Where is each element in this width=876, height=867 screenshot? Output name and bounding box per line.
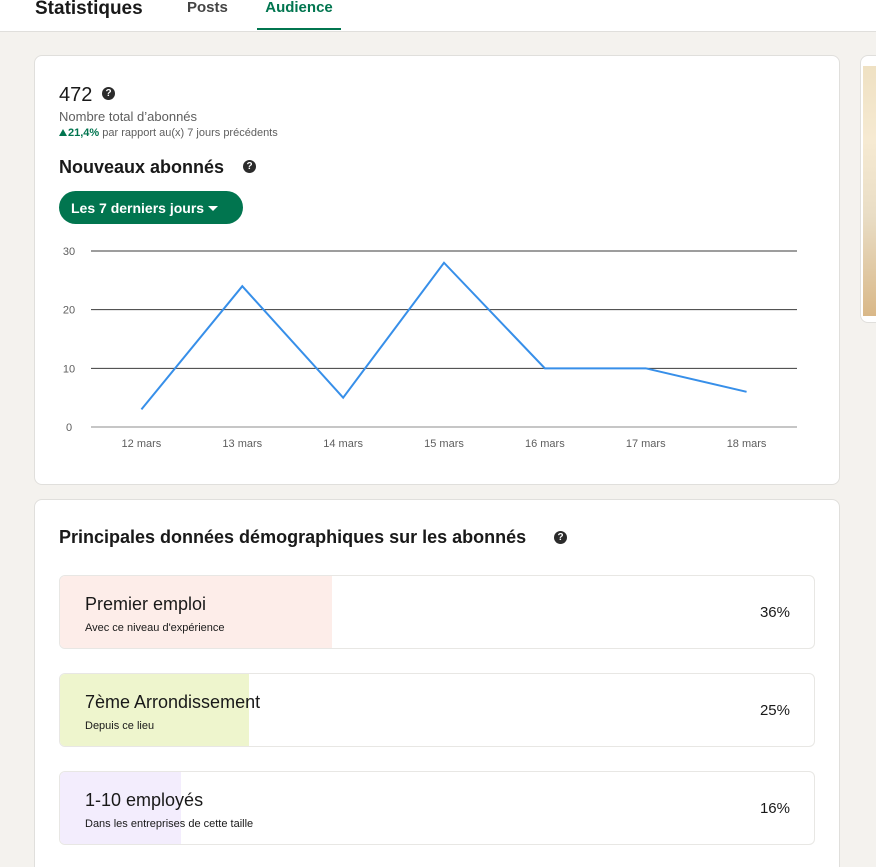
demographic-label: Premier emploi [85,594,207,614]
tab-posts[interactable]: Posts [187,0,228,30]
demographic-row[interactable]: Premier emploi Avec ce niveau d'expérienc… [59,575,815,649]
date-range-label: Les 7 derniers jours [71,199,205,216]
y-tick-label: 10 [63,363,75,375]
page-title: Statistiques [35,0,143,19]
demographic-label: 1-10 employés [85,790,204,810]
demographic-percentage: 36% [759,604,790,621]
y-tick-label: 30 [63,246,75,258]
data-point[interactable] [135,403,147,415]
data-point[interactable] [236,280,248,292]
data-point[interactable] [438,257,450,269]
demographic-row[interactable]: 1-10 employés Dans les entreprises de cet… [59,771,815,845]
total-followers-label: Nombre total d’abonnés [59,109,198,124]
x-tick-label: 13 mars [222,438,262,450]
demographic-percentage: 25% [759,702,790,719]
new-followers-chart: 0 10 20 30 12 mars 13 mars 14 mars 15 mars 16 ma… [63,246,797,450]
total-followers-value: 472 [59,84,93,106]
trend-indicator: 21,4% par rapport au(x) 7 jours précéden… [59,127,278,139]
data-point[interactable] [539,362,551,374]
followers-card: 472 ? Nombre total d’abonnés 21,4% par r… [34,55,840,485]
demographics-title: Principales données démographiques sur l… [59,527,527,547]
x-tick-label: 12 mars [122,438,162,450]
top-bar: Statistiques Posts Audience [0,0,876,32]
x-tick-label: 16 mars [525,438,565,450]
trend-value: 21,4% [68,127,100,139]
tab-audience[interactable]: Audience [257,0,341,30]
help-icon[interactable]: ? [554,531,567,544]
promo-image [863,66,876,316]
caret-down-icon [208,205,219,211]
y-tick-label: 20 [63,305,75,317]
x-tick-label: 17 mars [626,438,666,450]
x-tick-label: 14 mars [323,438,363,450]
data-point[interactable] [640,362,652,374]
y-tick-label: 0 [66,422,72,434]
help-icon[interactable]: ? [102,87,115,100]
demographic-sub: Avec ce niveau d'expérience [85,622,225,634]
data-point[interactable] [741,386,753,398]
demographic-label: 7ème Arrondissement [85,692,261,712]
side-card[interactable] [860,55,876,323]
series-line [140,261,747,411]
new-followers-title: Nouveaux abonnés [59,157,225,177]
demographic-sub: Depuis ce lieu [85,720,155,732]
x-tick-label: 15 mars [424,438,464,450]
trend-text: par rapport au(x) 7 jours précédents [99,127,278,139]
date-range-dropdown[interactable]: Les 7 derniers jours [59,191,243,224]
data-point[interactable] [337,392,349,404]
trend-up-icon [59,129,67,136]
demographic-sub: Dans les entreprises de cette taille [85,818,254,830]
demographics-card: Principales données démographiques sur l… [34,499,840,867]
demographic-row[interactable]: 7ème Arrondissement Depuis ce lieu 25% [59,673,815,747]
x-tick-label: 18 mars [727,438,767,450]
help-icon[interactable]: ? [243,160,256,173]
demographic-percentage: 16% [759,800,790,817]
